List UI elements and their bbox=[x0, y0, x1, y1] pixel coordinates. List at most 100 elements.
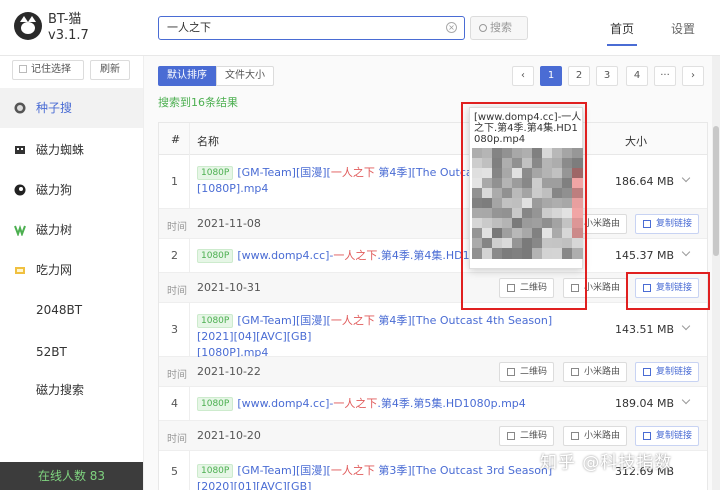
name-highlight: 一人之下 bbox=[333, 249, 378, 262]
row-size: 145.37 MB bbox=[615, 249, 675, 262]
remember-label: 记住选择 bbox=[31, 64, 71, 75]
scrollbar[interactable] bbox=[712, 56, 720, 490]
cat-logo-icon bbox=[14, 12, 42, 40]
dog-icon bbox=[14, 184, 26, 196]
row-meta: 时间 2021-11-08 小米路由 复制链接 bbox=[159, 209, 707, 239]
quality-tag: 1080P bbox=[197, 397, 234, 411]
sidebar: 记住选择 刷新 种子搜 磁力蜘蛛 磁力狗 磁力树 吃力网 2048BT 52BT… bbox=[0, 56, 144, 490]
router-label: 小米路由 bbox=[584, 367, 621, 377]
table-row[interactable]: 2 1080P [www.domp4.cc]-一人之下.第4季.第4集.HD108… bbox=[159, 239, 707, 273]
row-num: 3 bbox=[171, 323, 178, 336]
tree-icon bbox=[14, 224, 26, 236]
name-part: [GM-Team][国漫][ bbox=[237, 166, 331, 179]
router-button[interactable]: 小米路由 bbox=[563, 426, 628, 446]
sidebar-item-label: 2048BT bbox=[36, 303, 83, 317]
router-icon bbox=[571, 432, 579, 440]
nav-home[interactable]: 首页 bbox=[610, 20, 634, 37]
sidebar-item-cilishu[interactable]: 磁力树 bbox=[0, 210, 143, 250]
name-part: [GM-Team][国漫][ bbox=[237, 314, 331, 327]
sidebar-item-zhongzisou[interactable]: 种子搜 bbox=[0, 88, 143, 128]
header-divider bbox=[189, 123, 190, 155]
router-button[interactable]: 小米路由 bbox=[563, 362, 628, 382]
online-count: 在线人数 83 bbox=[0, 462, 143, 490]
copy-icon bbox=[643, 368, 651, 376]
copy-link-button[interactable]: 复制链接 bbox=[635, 214, 700, 234]
checkbox-icon bbox=[19, 65, 27, 73]
sidebar-item-label: 磁力狗 bbox=[36, 183, 73, 197]
name-part: [www.domp4.cc]- bbox=[237, 249, 334, 262]
row-filename[interactable]: 1080P [GM-Team][国漫][一人之下 第4季][The Outcast… bbox=[197, 313, 577, 361]
scrollbar-thumb[interactable] bbox=[713, 126, 719, 256]
refresh-button[interactable]: 刷新 bbox=[90, 60, 130, 80]
row-size: 143.51 MB bbox=[615, 323, 675, 336]
row-divider bbox=[189, 387, 190, 421]
page-3-button[interactable]: 3 bbox=[596, 66, 618, 86]
name-highlight: 一人之下 bbox=[330, 166, 375, 179]
table-row[interactable]: 3 1080P [GM-Team][国漫][一人之下 第4季][The Outca… bbox=[159, 303, 707, 359]
row-filename[interactable]: 1080P [GM-Team][国漫][一人之下 第3季][The Outcast… bbox=[197, 463, 577, 490]
sidebar-item-chiliwang[interactable]: 吃力网 bbox=[0, 250, 143, 290]
page-4-button[interactable]: 4 bbox=[626, 66, 648, 86]
row-size: 186.64 MB bbox=[615, 175, 675, 188]
row-divider bbox=[189, 451, 190, 490]
qr-label: 二维码 bbox=[520, 431, 548, 441]
copy-link-button[interactable]: 复制链接 bbox=[635, 426, 700, 446]
expand-chevron-icon[interactable] bbox=[681, 321, 691, 331]
sidebar-item-label: 磁力搜索 bbox=[36, 383, 85, 397]
app-version: v3.1.7 bbox=[48, 28, 89, 43]
qr-code-button[interactable]: 二维码 bbox=[499, 426, 555, 446]
table-header: # 名称 大小 bbox=[159, 123, 707, 155]
name-highlight: 一人之下 bbox=[330, 314, 375, 327]
time-label: 时间 bbox=[167, 370, 187, 381]
row-divider bbox=[189, 239, 190, 273]
row-divider bbox=[189, 303, 190, 357]
expand-chevron-icon[interactable] bbox=[681, 247, 691, 257]
search-input[interactable]: 一人之下 bbox=[158, 16, 465, 40]
qr-icon bbox=[507, 368, 515, 376]
copy-link-button[interactable]: 复制链接 bbox=[635, 362, 700, 382]
sidebar-item-label: 磁力蜘蛛 bbox=[36, 143, 85, 157]
copy-label: 复制链接 bbox=[656, 431, 693, 441]
page-2-button[interactable]: 2 bbox=[568, 66, 590, 86]
annotation-box-qr bbox=[461, 102, 587, 310]
page-more-button[interactable]: ··· bbox=[654, 66, 676, 86]
annotation-box-copy bbox=[626, 272, 710, 310]
row-date: 2021-10-22 bbox=[197, 365, 261, 378]
qr-code-button[interactable]: 二维码 bbox=[499, 362, 555, 382]
copy-icon bbox=[643, 432, 651, 440]
table-row[interactable]: 1 1080P [GM-Team][国漫][一人之下 第4季][The Outca… bbox=[159, 155, 707, 209]
table-row[interactable]: 4 1080P [www.domp4.cc]-一人之下.第4季.第5集.HD108… bbox=[159, 387, 707, 421]
sidebar-item-cuiligou[interactable]: 磁力狗 bbox=[0, 170, 143, 210]
expand-chevron-icon[interactable] bbox=[681, 395, 691, 405]
router-label: 小米路由 bbox=[584, 219, 621, 229]
time-label: 时间 bbox=[167, 222, 187, 233]
name-part: [GM-Team][国漫][ bbox=[237, 464, 331, 477]
remember-selection-checkbox[interactable]: 记住选择 bbox=[12, 60, 84, 80]
row-size: 189.04 MB bbox=[615, 397, 675, 410]
page-1-button[interactable]: 1 bbox=[540, 66, 562, 86]
row-divider bbox=[189, 155, 190, 209]
result-count: 搜索到16条结果 bbox=[158, 96, 238, 109]
search-button[interactable]: 搜索 bbox=[470, 16, 528, 40]
sidebar-item-cilisousuo[interactable]: 磁力搜索 bbox=[0, 370, 143, 410]
sort-size-button[interactable]: 文件大小 bbox=[216, 66, 274, 86]
quality-tag: 1080P bbox=[197, 166, 234, 180]
sidebar-item-label: 吃力网 bbox=[36, 263, 73, 277]
sidebar-item-label: 磁力树 bbox=[36, 223, 73, 237]
row-num: 1 bbox=[171, 175, 178, 188]
row-filename[interactable]: 1080P [www.domp4.cc]-一人之下.第4季.第5集.HD1080p… bbox=[197, 396, 537, 412]
row-num: 4 bbox=[171, 397, 178, 410]
next-page-button[interactable]: › bbox=[682, 66, 704, 86]
expand-chevron-icon[interactable] bbox=[681, 173, 691, 183]
sort-default-button[interactable]: 默认排序 bbox=[158, 66, 216, 86]
header-name: 名称 bbox=[197, 135, 219, 148]
copy-label: 复制链接 bbox=[656, 219, 693, 229]
clear-icon[interactable]: × bbox=[446, 22, 457, 33]
nav-settings[interactable]: 设置 bbox=[671, 20, 695, 37]
prev-page-button[interactable]: ‹ bbox=[512, 66, 534, 86]
sidebar-item-cilizhizhu[interactable]: 磁力蜘蛛 bbox=[0, 130, 143, 170]
sidebar-item-52bt[interactable]: 52BT bbox=[0, 332, 143, 372]
name-highlight: 一人之下 bbox=[333, 397, 378, 410]
sidebar-item-2048bt[interactable]: 2048BT bbox=[0, 290, 143, 330]
name-part: .第4季.第5集.HD1080p.mp4 bbox=[377, 397, 526, 410]
